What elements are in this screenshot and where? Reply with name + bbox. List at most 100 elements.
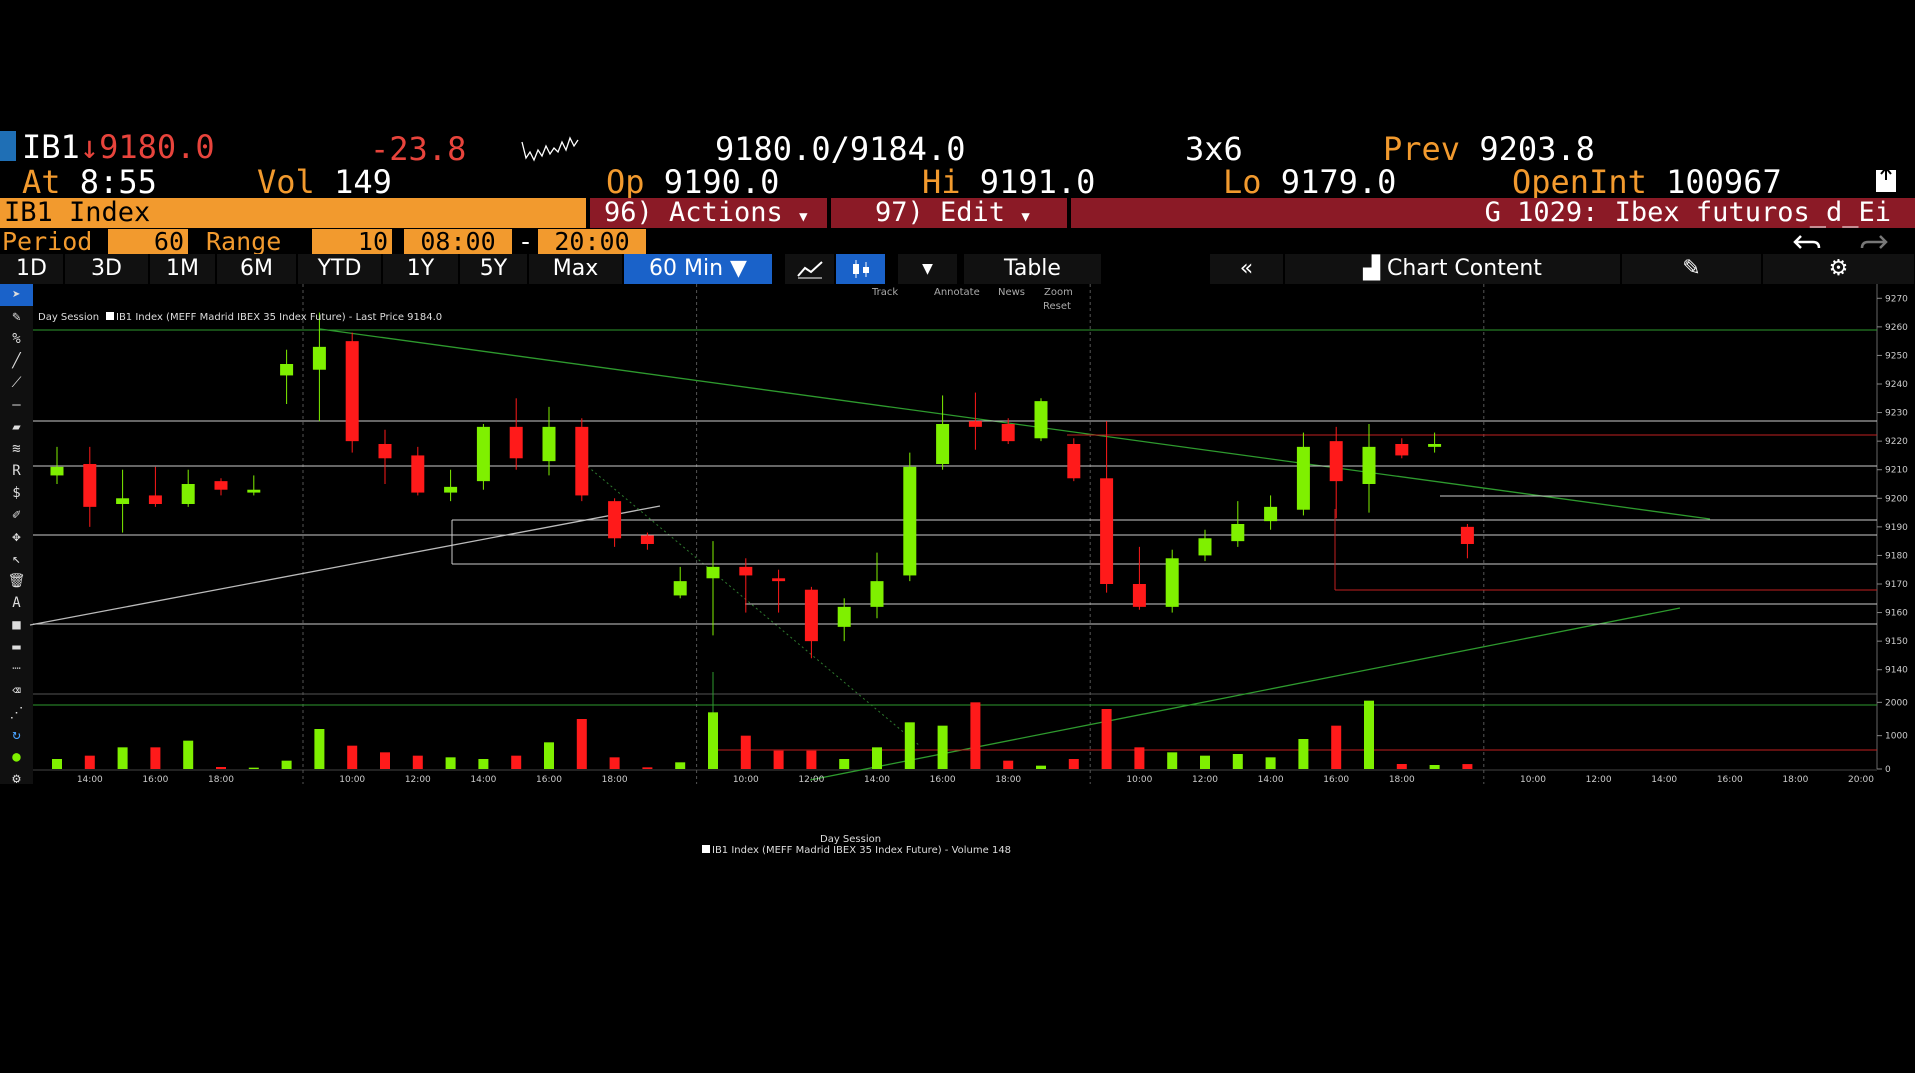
candle-body (1165, 558, 1179, 607)
candle-body (804, 589, 818, 642)
undo-icon[interactable] (1793, 232, 1823, 252)
at-label: At (22, 163, 61, 201)
volume-bar (806, 750, 817, 769)
annotate-tool[interactable]: Annotate (934, 287, 980, 298)
drawn-annotations (29, 328, 1877, 781)
candle-body (1100, 478, 1114, 584)
candle-body (968, 421, 982, 427)
actions-menu[interactable]: 96) Actions ▼ (590, 198, 827, 228)
volume-bar (511, 755, 522, 769)
volume-bar (52, 759, 62, 769)
range-1m-button[interactable]: 1M (150, 254, 216, 284)
time-tick-label: 10:00 (1520, 775, 1546, 784)
volume-bar (1167, 752, 1178, 769)
settings-gear-icon[interactable]: ⚙ (1763, 254, 1915, 284)
candle-body (608, 501, 622, 539)
range-max-button[interactable]: Max (529, 254, 623, 284)
session-label: Day Session (38, 312, 99, 323)
end-time-input[interactable]: 20:00 (538, 229, 646, 255)
candle-body (411, 455, 425, 493)
time-tick-label: 12:00 (1192, 775, 1218, 784)
price-axis: 9270 9260 9250 9240 9230 9220 9210 9200 9190 9180… (1877, 294, 1908, 775)
security-marker (0, 131, 16, 161)
range-1d-button[interactable]: 1D (0, 254, 64, 284)
line-chart-icon[interactable] (785, 254, 835, 284)
down-arrow-icon: ↓ (79, 128, 100, 166)
candle-body (1067, 444, 1081, 479)
volume-bar (380, 752, 390, 769)
volume-bar (708, 712, 718, 769)
range-1y-button[interactable]: 1Y (383, 254, 459, 284)
price-tick-label: 9190 (1885, 523, 1908, 533)
volume-bar (773, 750, 784, 769)
volume-bar (1396, 764, 1407, 769)
candle-body (83, 464, 97, 507)
high-value: 9191.0 (979, 163, 1096, 201)
bloomberg-terminal: { "quote": { "ticker": "IB1", "last": "9… (0, 0, 1915, 1073)
price-tick-label: 9170 (1885, 580, 1908, 590)
candle-body (706, 566, 720, 579)
range-ytd-button[interactable]: YTD (298, 254, 382, 284)
news-tool[interactable]: News (998, 287, 1025, 298)
volume-bar (544, 742, 554, 769)
price-tick-label: 9140 (1885, 666, 1908, 676)
trendline-support-white (29, 505, 661, 626)
zoom-tool[interactable]: Zoom (1044, 287, 1073, 298)
table-button[interactable]: Table (964, 254, 1102, 284)
price-volume-chart[interactable]: 9270 9260 9250 9240 9230 9220 9210 9200 9190 9180… (0, 284, 1915, 784)
divider (1180, 254, 1188, 284)
edit-chart-icon[interactable]: ✎ (1622, 254, 1762, 284)
candle-body (640, 535, 654, 544)
open-label: Op (606, 163, 645, 201)
volume-bar (117, 747, 128, 769)
security-field[interactable]: IB1 Index (0, 198, 586, 228)
candle-chart-icon[interactable] (836, 254, 886, 284)
time-tick-label: 12:00 (798, 775, 824, 784)
volume-bar (642, 767, 653, 769)
volume-bar (1232, 754, 1243, 769)
sparkline-icon (521, 136, 579, 162)
time-separator: - (518, 227, 534, 256)
price-tick-label: 9230 (1885, 409, 1908, 419)
volume-bar (1429, 765, 1440, 769)
candle-body (1362, 446, 1376, 484)
candle-body (444, 486, 458, 493)
interval-dropdown[interactable]: 60 Min ▼ (624, 254, 773, 284)
candle-body (870, 581, 884, 607)
candle-body (1132, 584, 1146, 607)
time-tick-label: 18:00 (602, 775, 628, 784)
start-time-input[interactable]: 08:00 (404, 229, 512, 255)
collapse-left-icon[interactable]: « (1210, 254, 1284, 284)
reset-tool[interactable]: Reset (1043, 301, 1071, 312)
candle-body (312, 346, 326, 370)
time-tick-label: 18:00 (995, 775, 1021, 784)
range-6m-button[interactable]: 6M (217, 254, 297, 284)
volume-bar (1134, 747, 1145, 769)
candle-body (1428, 444, 1442, 447)
time-tick-label: 14:00 (1651, 775, 1677, 784)
chevron-down-icon: ▼ (1021, 209, 1030, 225)
high-label: Hi (922, 163, 961, 201)
price-tick-label: 9160 (1885, 609, 1908, 619)
volume-bar (150, 747, 161, 769)
last-price: 9180.0 (99, 128, 215, 166)
volume-session-label: Day Session (820, 834, 882, 845)
chart-type-dropdown-icon[interactable]: ▼ (898, 254, 958, 284)
time-tick-label: 14:00 (470, 775, 496, 784)
edit-menu[interactable]: 97) Edit ▼ (831, 198, 1067, 228)
time-tick-label: 18:00 (1389, 775, 1415, 784)
export-icon[interactable] (1873, 166, 1899, 194)
candle-body (1296, 446, 1310, 510)
low-label: Lo (1223, 163, 1262, 201)
chart-content-button[interactable]: ▟ Chart Content (1285, 254, 1621, 284)
period-input[interactable]: 60 (108, 229, 188, 255)
redo-icon[interactable] (1858, 232, 1888, 252)
range-5y-button[interactable]: 5Y (460, 254, 528, 284)
track-tool[interactable]: Track (871, 287, 898, 298)
range-3d-button[interactable]: 3D (65, 254, 149, 284)
volume-bar (445, 757, 456, 769)
range-input[interactable]: 10 (312, 229, 392, 255)
candle-body (1198, 538, 1212, 556)
volume-legend-text: IB1 Index (MEFF Madrid IBEX 35 Index Fut… (712, 845, 1012, 856)
chevron-down-icon: ▼ (799, 209, 808, 225)
